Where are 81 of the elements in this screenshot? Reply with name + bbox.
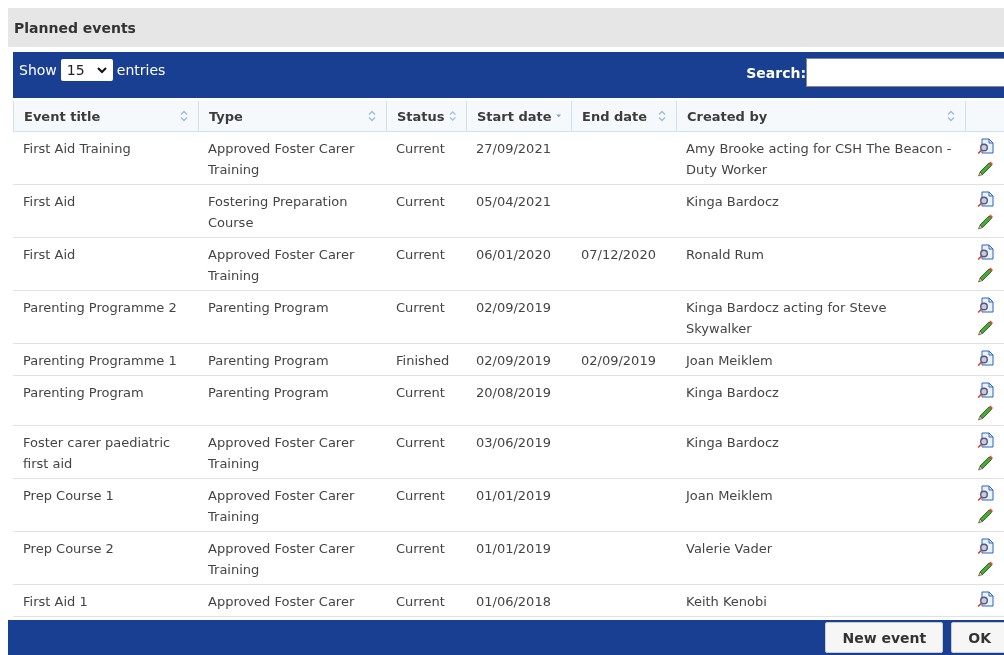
table-cell: Kinga Bardocz: [686, 385, 779, 400]
table-cell: Current: [396, 594, 445, 609]
view-document-icon[interactable]: [977, 350, 994, 367]
show-label: Show: [19, 62, 57, 78]
search-field[interactable]: [806, 58, 1004, 87]
pencil-icon[interactable]: [977, 160, 994, 177]
table-cell: 02/09/2019: [581, 353, 656, 368]
table-cell: 02/09/2019: [476, 353, 551, 368]
table-cell: Current: [396, 247, 445, 262]
table-cell: 06/01/2020: [476, 247, 551, 262]
table-cell: Current: [396, 385, 445, 400]
table-cell: First Aid 1: [23, 594, 88, 609]
table-cell: Current: [396, 435, 445, 450]
table-cell: 20/08/2019: [476, 385, 551, 400]
pencil-icon[interactable]: [977, 454, 994, 471]
table-cell: Parenting Programme 1: [23, 353, 177, 368]
table-cell: Approved Foster Carer Training: [208, 435, 355, 471]
table-cell: First Aid: [23, 247, 76, 262]
view-document-icon[interactable]: [977, 382, 994, 399]
table-cell: Approved Foster Carer Training: [208, 541, 355, 577]
pencil-icon[interactable]: [977, 507, 994, 524]
table-cell: Kinga Bardocz: [686, 194, 779, 209]
table-cell: Current: [396, 194, 445, 209]
entries-dropdown[interactable]: 15: [60, 59, 113, 81]
pencil-icon[interactable]: [977, 319, 994, 336]
panel-title: Planned events: [14, 19, 136, 36]
view-document-icon[interactable]: [977, 138, 994, 155]
table-cell: 03/06/2019: [476, 435, 551, 450]
view-document-icon[interactable]: [977, 485, 994, 502]
view-document-icon[interactable]: [977, 432, 994, 449]
chevron-down-icon: [96, 66, 107, 74]
table-cell: Keith Kenobi: [686, 594, 767, 609]
view-document-icon[interactable]: [977, 191, 994, 208]
entries-label: entries: [116, 62, 166, 78]
table-cell: 01/01/2019: [476, 541, 551, 556]
table-cell: Kinga Bardocz: [686, 435, 779, 450]
table-cell: Approved Foster Carer Training: [208, 141, 355, 177]
column-header[interactable]: Created by: [687, 108, 768, 124]
table-cell: Amy Brooke acting for CSH The Beacon - Duty Worker: [686, 141, 952, 177]
search-label: Search:: [746, 64, 806, 81]
table-cell: 01/01/2019: [476, 488, 551, 503]
table-cell: 27/09/2021: [476, 141, 551, 156]
pencil-icon[interactable]: [977, 560, 994, 577]
table-cell: Ronald Rum: [686, 247, 764, 262]
table-cell: 02/09/2019: [476, 300, 551, 315]
table-cell: 05/04/2021: [476, 194, 551, 209]
table-cell: Kinga Bardocz acting for Steve Skywalker: [686, 300, 887, 336]
table-cell: Approved Foster Carer: [208, 594, 355, 609]
table-cell: Joan Meiklem: [686, 353, 773, 368]
table-cell: First Aid Training: [23, 141, 131, 156]
table-cell: Approved Foster Carer Training: [208, 488, 355, 524]
table-cell: Joan Meiklem: [686, 488, 773, 503]
table-cell: Parenting Programme 2: [23, 300, 177, 315]
table-cell: Approved Foster Carer Training: [208, 247, 355, 283]
table-cell: First Aid: [23, 194, 76, 209]
view-document-icon[interactable]: [977, 244, 994, 261]
pencil-icon[interactable]: [977, 213, 994, 230]
table-cell: Parenting Program: [23, 385, 144, 400]
table-cell: Foster carer paediatric first aid: [23, 435, 171, 471]
column-header[interactable]: Type: [209, 108, 243, 124]
pencil-icon[interactable]: [977, 404, 994, 421]
table-cell: Finished: [396, 353, 450, 368]
table-cell: Parenting Program: [208, 385, 329, 400]
table-cell: Prep Course 1: [23, 488, 114, 503]
table-cell: Current: [396, 141, 445, 156]
table-cell: Current: [396, 300, 445, 315]
table-cell: Valerie Vader: [686, 541, 772, 556]
view-document-icon[interactable]: [977, 538, 994, 555]
table-cell: Parenting Program: [208, 353, 329, 368]
ok-button[interactable]: OK: [951, 622, 1004, 653]
table-cell: 07/12/2020: [581, 247, 656, 262]
table-cell: 01/06/2018: [476, 594, 551, 609]
table-cell: Current: [396, 488, 445, 503]
view-document-icon[interactable]: [977, 591, 994, 608]
table-cell: Fostering Preparation Course: [208, 194, 348, 230]
table-cell: Parenting Program: [208, 300, 329, 315]
table-cell: Current: [396, 541, 445, 556]
new-event-button[interactable]: New event: [825, 622, 944, 653]
pencil-icon[interactable]: [977, 266, 994, 283]
view-document-icon[interactable]: [977, 297, 994, 314]
table-cell: Prep Course 2: [23, 541, 114, 556]
